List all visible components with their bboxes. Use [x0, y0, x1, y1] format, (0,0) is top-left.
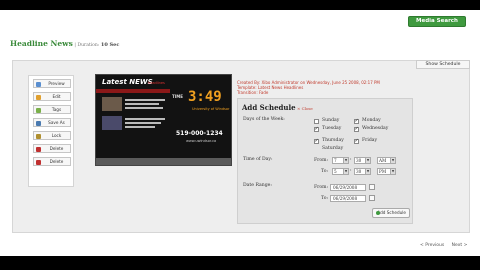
- label-thursday: Thursday: [322, 138, 344, 143]
- clock-label: TIME: [172, 94, 183, 99]
- news-text-line: [125, 122, 161, 124]
- duration-label: Duration:: [77, 43, 100, 48]
- calendar-icon[interactable]: [369, 195, 375, 201]
- delete-icon: [36, 159, 41, 165]
- previous-link[interactable]: < Previous: [420, 243, 444, 248]
- date-to-label: To:: [321, 196, 329, 201]
- from-minute-select[interactable]: 30 ▼: [354, 157, 371, 164]
- transition-info: Transition: Fade: [237, 90, 269, 95]
- media-search-button[interactable]: Media Search: [408, 16, 466, 27]
- news-image: [102, 97, 122, 111]
- clock-value: 3:49: [188, 89, 222, 105]
- layout-meta: Created By: Xibo Administrator on Wednes…: [237, 80, 380, 95]
- header-separator: |: [74, 43, 76, 48]
- news-text-line: [125, 126, 155, 128]
- tags-button[interactable]: Tags: [33, 105, 71, 114]
- add-icon: [376, 211, 380, 215]
- chevron-down-icon: ▼: [343, 158, 348, 163]
- to-minute-select[interactable]: 30 ▼: [354, 168, 371, 175]
- news-image: [102, 116, 122, 130]
- time-colon: :: [350, 168, 352, 173]
- delete-button[interactable]: Delete: [33, 144, 71, 153]
- news-ticker: [96, 158, 231, 165]
- chevron-down-icon: ▼: [390, 169, 395, 174]
- page-title: Headline News: [10, 39, 73, 48]
- checkbox-thursday[interactable]: [314, 138, 319, 144]
- close-link[interactable]: × Close: [297, 106, 313, 111]
- add-schedule-panel: Add Schedule × Close Days of the Week: S…: [237, 98, 413, 224]
- chevron-down-icon: ▼: [390, 158, 395, 163]
- delete-all-button[interactable]: Delete: [33, 157, 71, 166]
- news-text-line: [125, 107, 163, 109]
- to-hour-select[interactable]: 5 ▼: [332, 168, 349, 175]
- label-monday: Monday: [362, 118, 381, 123]
- label-saturday: Saturday: [322, 146, 344, 151]
- app-screen: Media Search Headline News | Duration: 1…: [0, 10, 480, 256]
- actions-column: Preview Edit Tags Save As Lock Delete De…: [28, 75, 74, 187]
- layout-thumbnail[interactable]: Latest NEWS headlines TIME 3:49 Universi…: [95, 74, 232, 166]
- time-from-label: From:: [314, 158, 329, 163]
- label-tuesday: Tuesday: [322, 126, 342, 131]
- website: www.uwindsor.ca: [186, 139, 217, 143]
- chevron-down-icon: ▼: [365, 169, 370, 174]
- next-link[interactable]: Next >: [452, 243, 468, 248]
- page-header: Headline News | Duration: 10 Sec: [10, 39, 119, 48]
- chevron-down-icon: ▼: [343, 169, 348, 174]
- thumbnail-header-bar: [96, 89, 170, 93]
- from-hour-select[interactable]: 7 ▼: [332, 157, 349, 164]
- edit-icon: [36, 94, 41, 100]
- checkbox-tuesday[interactable]: [314, 126, 319, 132]
- delete-icon: [36, 146, 41, 152]
- preview-button[interactable]: Preview: [33, 79, 71, 88]
- lock-button[interactable]: Lock: [33, 131, 71, 140]
- to-ampm-select[interactable]: PM ▼: [377, 168, 396, 175]
- university-name: University of Windsor: [192, 107, 230, 111]
- pagination: < Previous Next >: [420, 243, 473, 248]
- date-from-input[interactable]: 06/29/2008: [330, 184, 366, 191]
- save-as-button[interactable]: Save As: [33, 118, 71, 127]
- checkbox-friday[interactable]: [354, 138, 359, 144]
- label-friday: Friday: [362, 138, 378, 143]
- news-text-line: [125, 99, 165, 101]
- calendar-icon[interactable]: [369, 184, 375, 190]
- add-schedule-button[interactable]: Add Schedule: [372, 208, 410, 218]
- thumbnail-logo-sub: headlines: [148, 81, 165, 85]
- lock-icon: [36, 133, 41, 139]
- duration-value: 10 Sec: [100, 42, 120, 48]
- add-schedule-title: Add Schedule: [242, 103, 296, 112]
- news-text-line: [125, 118, 165, 120]
- thumbnail-logo: Latest NEWS: [102, 78, 153, 86]
- show-schedule-button[interactable]: Show Schedule: [416, 60, 470, 69]
- days-label: Days of the Week:: [243, 117, 285, 122]
- date-from-label: From:: [314, 185, 329, 190]
- date-to-input[interactable]: 06/29/2008: [330, 195, 366, 202]
- news-text-line: [125, 103, 159, 105]
- preview-icon: [36, 81, 41, 87]
- edit-button[interactable]: Edit: [33, 92, 71, 101]
- chevron-down-icon: ▼: [365, 158, 370, 163]
- checkbox-monday[interactable]: [354, 118, 359, 124]
- time-to-label: To:: [321, 169, 329, 174]
- tag-icon: [36, 107, 41, 113]
- checkbox-sunday[interactable]: [314, 119, 319, 124]
- checkbox-wednesday[interactable]: [354, 126, 359, 132]
- phone-number: 519-000-1234: [176, 130, 223, 137]
- save-icon: [36, 120, 41, 126]
- label-sunday: Sunday: [322, 118, 340, 123]
- time-of-day-label: Time of Day:: [243, 157, 273, 162]
- from-ampm-select[interactable]: AM ▼: [377, 157, 396, 164]
- time-colon: :: [350, 157, 352, 162]
- label-wednesday: Wednesday: [362, 126, 389, 131]
- date-range-label: Date Range:: [243, 183, 272, 188]
